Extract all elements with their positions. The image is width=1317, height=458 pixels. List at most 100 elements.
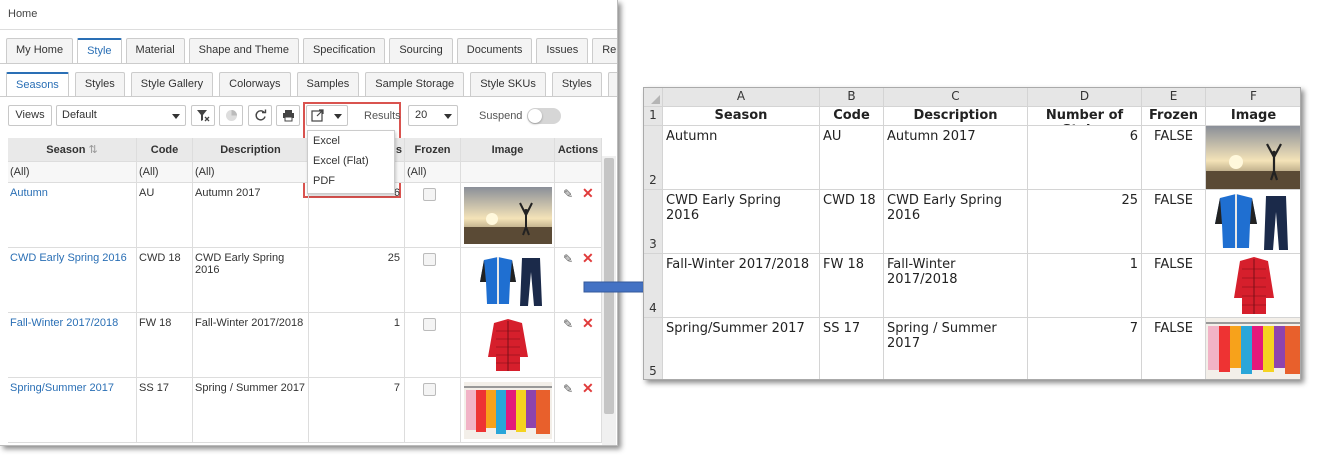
cell-frozen[interactable]: FALSE: [1142, 254, 1206, 318]
edit-icon[interactable]: ✎: [563, 187, 573, 201]
cell-image[interactable]: [1206, 190, 1300, 254]
cell-image[interactable]: [1206, 254, 1300, 318]
cell-season[interactable]: Autumn: [663, 126, 820, 190]
filter-code[interactable]: (All): [137, 162, 193, 183]
subtab-sample-storage[interactable]: Sample Storage: [365, 72, 465, 96]
export-excel-flat[interactable]: Excel (Flat): [308, 151, 394, 171]
subtab-seasons[interactable]: Seasons: [6, 72, 69, 96]
header-cell-season[interactable]: Season: [663, 107, 820, 126]
subtab-style-skus[interactable]: Style SKUs: [470, 72, 546, 96]
tab-issues[interactable]: Issues: [536, 38, 589, 63]
subtab-style-gallery[interactable]: Style Gallery: [130, 72, 214, 96]
filter-season[interactable]: (All): [8, 162, 137, 183]
frozen-checkbox[interactable]: [423, 253, 436, 266]
print-button[interactable]: [276, 105, 300, 126]
export-excel[interactable]: Excel: [308, 131, 394, 151]
cell-number-of-styles[interactable]: 25: [1028, 190, 1142, 254]
select-all-corner[interactable]: [644, 88, 663, 107]
cell-description[interactable]: CWD Early Spring 2016: [884, 190, 1028, 254]
clear-filter-button[interactable]: [191, 105, 215, 126]
filter-frozen[interactable]: (All): [405, 162, 461, 183]
cell-code[interactable]: CWD 18: [820, 190, 884, 254]
subtab-samples[interactable]: Samples: [296, 72, 360, 96]
export-pdf[interactable]: PDF: [308, 171, 394, 191]
cell-number-of-styles[interactable]: 7: [1028, 318, 1142, 379]
col-header-frozen[interactable]: Frozen: [405, 138, 461, 162]
frozen-checkbox[interactable]: [423, 318, 436, 331]
delete-icon[interactable]: ✕: [582, 315, 594, 332]
chart-button[interactable]: [219, 105, 243, 126]
tab-specification[interactable]: Specification: [302, 38, 386, 63]
col-letter-b[interactable]: B: [820, 88, 884, 107]
cell-number-of-styles[interactable]: 6: [1028, 126, 1142, 190]
edit-icon[interactable]: ✎: [563, 252, 573, 266]
cell-code[interactable]: AU: [820, 126, 884, 190]
suspend-label: Suspend: [479, 110, 523, 122]
breadcrumb[interactable]: Home: [8, 8, 37, 20]
col-header-code[interactable]: Code: [137, 138, 193, 162]
cell-description[interactable]: Fall-Winter 2017/2018: [884, 254, 1028, 318]
edit-icon[interactable]: ✎: [563, 382, 573, 396]
tab-documents[interactable]: Documents: [456, 38, 533, 63]
tab-my-home[interactable]: My Home: [6, 38, 74, 63]
header-cell-image[interactable]: Image: [1206, 107, 1300, 126]
refresh-button[interactable]: [248, 105, 272, 126]
tab-reports[interactable]: Repo: [592, 38, 617, 63]
header-cell-code[interactable]: Code: [820, 107, 884, 126]
subtab-suppliers[interactable]: Supplie: [607, 72, 617, 96]
row-number[interactable]: 4: [644, 254, 663, 318]
delete-icon[interactable]: ✕: [582, 250, 594, 267]
subtab-colorways[interactable]: Colorways: [219, 72, 291, 96]
edit-icon[interactable]: ✎: [563, 317, 573, 331]
delete-icon[interactable]: ✕: [582, 380, 594, 397]
frozen-checkbox[interactable]: [423, 188, 436, 201]
season-image-sunset: [464, 187, 552, 244]
cell-description[interactable]: Spring / Summer 2017: [884, 318, 1028, 379]
cell-season[interactable]: CWD Early Spring 2016: [663, 190, 820, 254]
subtab-styles[interactable]: Styles: [74, 72, 125, 96]
tab-material[interactable]: Material: [125, 38, 185, 63]
cell-code[interactable]: FW 18: [820, 254, 884, 318]
col-letter-e[interactable]: E: [1142, 88, 1206, 107]
header-cell-description[interactable]: Description: [884, 107, 1028, 126]
col-letter-f[interactable]: F: [1206, 88, 1300, 107]
season-link[interactable]: CWD Early Spring 2016: [8, 248, 137, 313]
season-link[interactable]: Spring/Summer 2017: [8, 378, 137, 443]
row-number[interactable]: 1: [644, 107, 663, 126]
views-button[interactable]: Views: [8, 105, 52, 126]
cell-description[interactable]: Autumn 2017: [884, 126, 1028, 190]
cell-code[interactable]: SS 17: [820, 318, 884, 379]
suspend-toggle[interactable]: [527, 108, 561, 124]
season-link[interactable]: Fall-Winter 2017/2018: [8, 313, 137, 378]
subtab-styles-2[interactable]: Styles: [551, 72, 602, 96]
view-select[interactable]: Default: [56, 105, 186, 126]
col-letter-a[interactable]: A: [663, 88, 820, 107]
col-letter-c[interactable]: C: [884, 88, 1028, 107]
col-header-season[interactable]: Season ⇅: [8, 138, 137, 162]
cell-season[interactable]: Spring/Summer 2017: [663, 318, 820, 379]
results-select[interactable]: 20: [408, 105, 458, 126]
cell-frozen[interactable]: FALSE: [1142, 190, 1206, 254]
col-header-description[interactable]: Description: [193, 138, 309, 162]
col-letter-d[interactable]: D: [1028, 88, 1142, 107]
cell-frozen[interactable]: FALSE: [1142, 126, 1206, 190]
header-cell-frozen[interactable]: Frozen: [1142, 107, 1206, 126]
row-number[interactable]: 5: [644, 318, 663, 379]
frozen-checkbox[interactable]: [423, 383, 436, 396]
filter-description[interactable]: (All): [193, 162, 309, 183]
divider: [0, 63, 617, 64]
cell-frozen[interactable]: FALSE: [1142, 318, 1206, 379]
cell-image[interactable]: [1206, 126, 1300, 190]
tab-sourcing[interactable]: Sourcing: [389, 38, 453, 63]
season-link[interactable]: Autumn: [8, 183, 137, 248]
header-cell-number-of-styles[interactable]: Number of Styles: [1028, 107, 1142, 126]
cell-number-of-styles[interactable]: 1: [1028, 254, 1142, 318]
tab-shape-and-theme[interactable]: Shape and Theme: [188, 38, 299, 63]
row-number[interactable]: 2: [644, 126, 663, 190]
row-number[interactable]: 3: [644, 190, 663, 254]
tab-style[interactable]: Style: [77, 38, 122, 63]
col-header-image[interactable]: Image: [461, 138, 555, 162]
delete-icon[interactable]: ✕: [582, 185, 594, 202]
cell-season[interactable]: Fall-Winter 2017/2018: [663, 254, 820, 318]
cell-image[interactable]: [1206, 318, 1300, 379]
